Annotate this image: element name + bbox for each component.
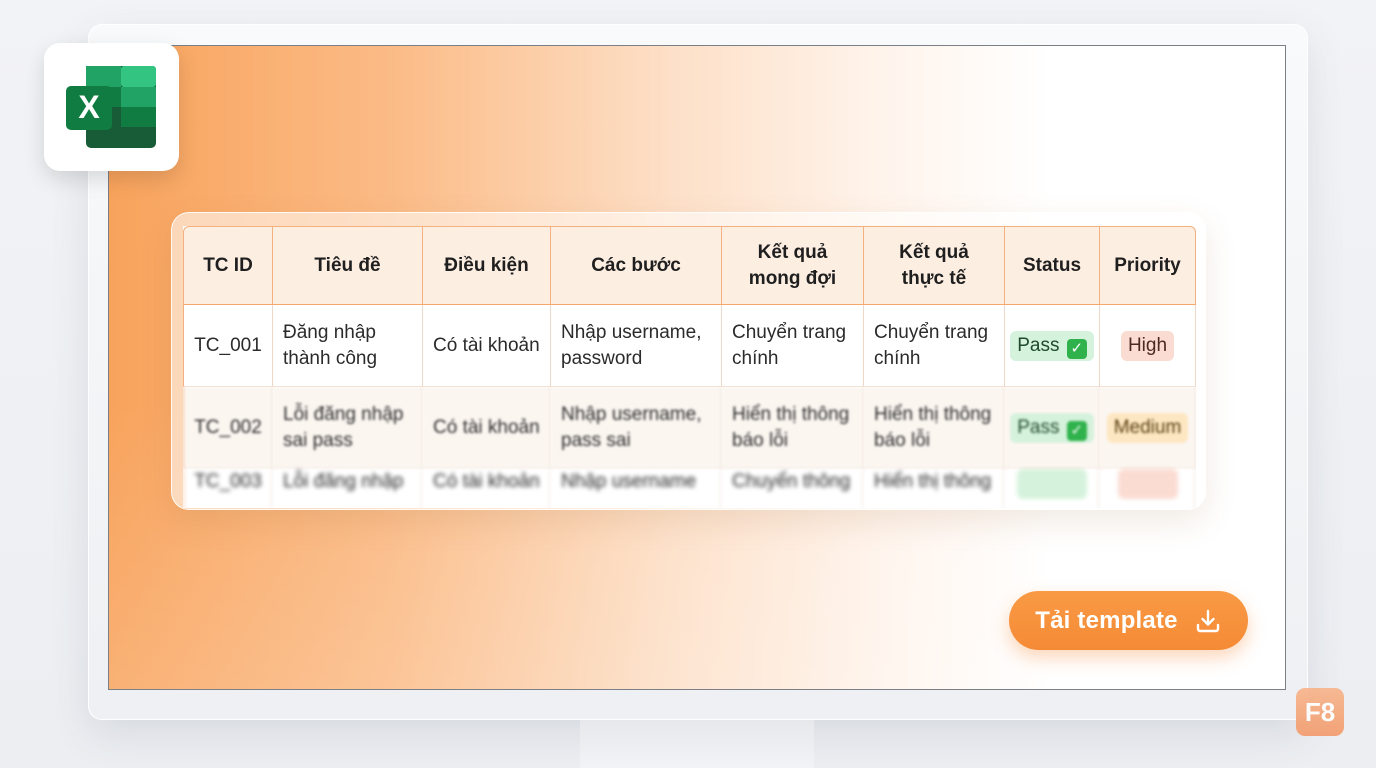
cell-actual-result: Hiển thị thông báo lỗi [864, 387, 1005, 469]
download-template-button[interactable]: Tải template [1009, 591, 1248, 650]
cell-actual-result: Chuyển trang chính [864, 305, 1005, 387]
cell-condition: Có tài khoản [423, 387, 551, 469]
check-icon: ✓ [1066, 420, 1087, 441]
status-badge: Pass ✓ [1010, 330, 1094, 361]
cell-title: Đăng nhập thành công [273, 305, 423, 387]
test-case-table-card: TC ID Tiêu đề Điều kiện Các bước Kết quả… [171, 212, 1206, 510]
header-status: Status [1005, 226, 1100, 305]
priority-badge: High [1120, 330, 1175, 361]
cell-tc-id: TC_002 [183, 387, 273, 469]
cell-title: Lỗi đăng nhập [273, 469, 423, 508]
header-expected-result: Kết quả mong đợi [722, 226, 864, 305]
cell-status [1005, 469, 1100, 508]
table-header-row: TC ID Tiêu đề Điều kiện Các bước Kết quả… [183, 226, 1196, 305]
header-priority: Priority [1100, 226, 1196, 305]
table-row: TC_003 Lỗi đăng nhập Có tài khoản Nhập u… [183, 469, 1196, 508]
header-tc-id: TC ID [183, 226, 273, 305]
check-icon: ✓ [1066, 338, 1087, 359]
header-actual-result: Kết quả thực tế [864, 226, 1005, 305]
header-title: Tiêu đề [273, 226, 423, 305]
status-badge [1017, 469, 1087, 499]
table-row: TC_002 Lỗi đăng nhập sai pass Có tài kho… [183, 387, 1196, 469]
header-steps: Các bước [551, 226, 722, 305]
status-label: Pass [1017, 334, 1060, 356]
cell-steps: Nhập username, pass sai [551, 387, 722, 469]
header-condition: Điều kiện [423, 226, 551, 305]
cell-tc-id: TC_001 [183, 305, 273, 387]
cell-condition: Có tài khoản [423, 469, 551, 508]
monitor-stand [580, 720, 814, 768]
cell-expected-result: Chuyển trang chính [722, 305, 864, 387]
priority-badge [1117, 469, 1178, 499]
cell-steps: Nhập username, password [551, 305, 722, 387]
excel-letter: X [78, 89, 100, 125]
cell-expected-result: Hiển thị thông báo lỗi [722, 387, 864, 469]
status-label: Pass [1017, 416, 1060, 438]
cell-priority: High [1100, 305, 1196, 387]
test-case-table-viewport: TC ID Tiêu đề Điều kiện Các bước Kết quả… [183, 226, 1196, 508]
download-template-label: Tải template [1035, 606, 1178, 634]
cell-condition: Có tài khoản [423, 305, 551, 387]
cell-status: Pass ✓ [1005, 387, 1100, 469]
excel-app-badge: X [44, 43, 179, 171]
cell-expected-result: Chuyển thông [722, 469, 864, 508]
excel-icon: X [66, 66, 156, 148]
status-badge: Pass ✓ [1010, 412, 1094, 443]
cell-priority [1100, 469, 1196, 508]
cell-tc-id: TC_003 [183, 469, 273, 508]
cell-steps: Nhập username [551, 469, 722, 508]
cell-priority: Medium [1100, 387, 1196, 469]
f8-logo: F8 [1296, 688, 1344, 736]
download-icon [1196, 609, 1219, 632]
cell-actual-result: Hiển thị thông [864, 469, 1005, 508]
table-row: TC_001 Đăng nhập thành công Có tài khoản… [183, 305, 1196, 387]
cell-status: Pass ✓ [1005, 305, 1100, 387]
priority-badge: Medium [1106, 412, 1189, 443]
cell-title: Lỗi đăng nhập sai pass [273, 387, 423, 469]
test-case-table: TC ID Tiêu đề Điều kiện Các bước Kết quả… [183, 226, 1196, 508]
